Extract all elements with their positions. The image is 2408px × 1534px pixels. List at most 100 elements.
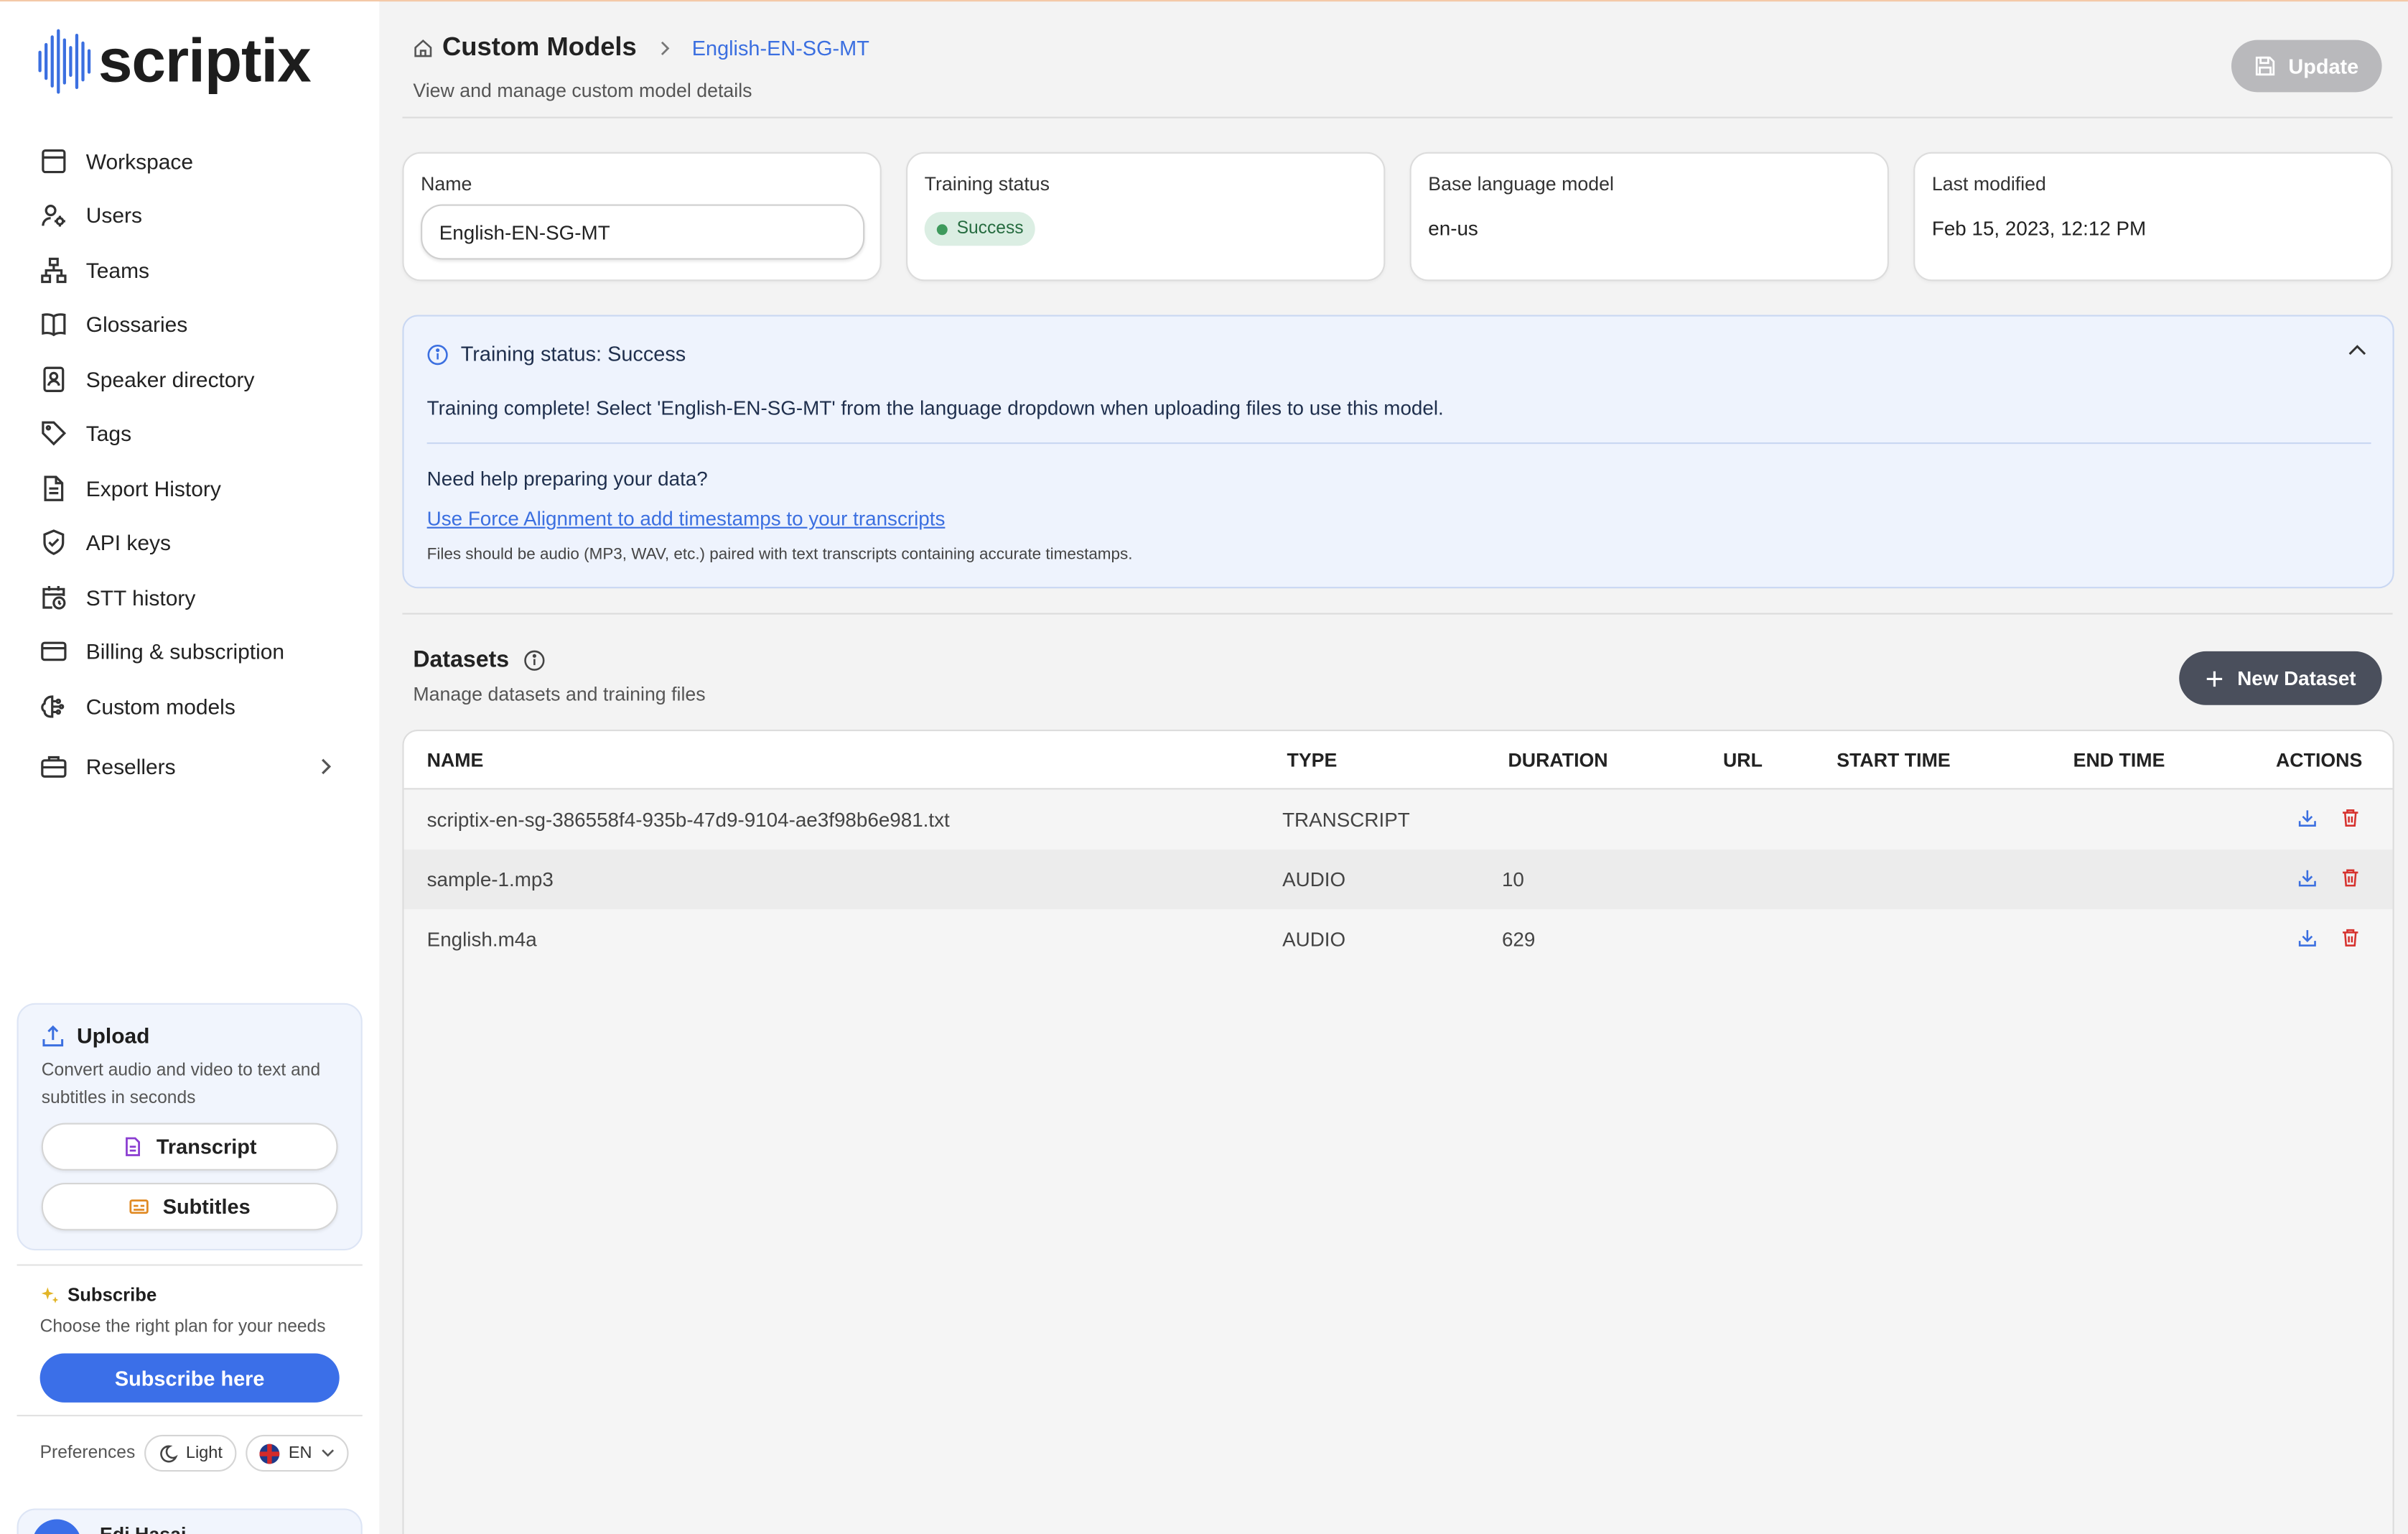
name-card: Name	[402, 152, 882, 282]
theme-toggle[interactable]: Light	[144, 1434, 237, 1472]
main-content: Custom Models English-EN-SG-MT View and …	[379, 1, 2408, 1534]
subtitles-label: Subtitles	[162, 1195, 251, 1219]
base-model-card: Base language model en-us	[1409, 152, 1889, 282]
language-select[interactable]: EN	[245, 1434, 349, 1472]
sidebar-item-stt-history[interactable]: STT history	[0, 570, 379, 625]
sidebar-item-label: Users	[85, 203, 142, 228]
new-dataset-label: New Dataset	[2237, 666, 2356, 690]
subscribe-button[interactable]: Subscribe here	[39, 1353, 340, 1403]
user-name: Edi Hasai	[100, 1524, 186, 1534]
chevron-down-icon	[321, 1449, 335, 1458]
table-row[interactable]: English.m4a AUDIO 629	[403, 909, 2393, 970]
sparkle-icon	[40, 1285, 60, 1305]
new-dataset-button[interactable]: New Dataset	[2179, 651, 2382, 705]
sidebar-item-workspace[interactable]: Workspace	[0, 134, 379, 188]
upload-description: Convert audio and video to text and subt…	[41, 1061, 321, 1108]
subtitles-button[interactable]: Subtitles	[41, 1183, 338, 1231]
column-header-start-time[interactable]: START TIME	[1837, 750, 1950, 771]
info-divider	[426, 442, 2371, 445]
column-header-duration[interactable]: DURATION	[1508, 750, 1607, 771]
datasets-table: NAME TYPE DURATION URL START TIME END TI…	[402, 730, 2394, 1534]
logo[interactable]: scriptix	[38, 28, 312, 96]
preferences-label: Preferences	[39, 1444, 136, 1463]
training-status-label: Training status	[924, 173, 1050, 195]
info-heading: Training status: Success	[460, 342, 686, 366]
shield-icon	[40, 529, 68, 557]
cell-name: scriptix-en-sg-386558f4-935b-47d9-9104-a…	[426, 808, 950, 832]
trash-icon[interactable]	[2341, 808, 2361, 828]
table-row[interactable]: scriptix-en-sg-386558f4-935b-47d9-9104-a…	[403, 789, 2393, 850]
sidebar-item-label: Tags	[85, 421, 132, 446]
sidebar-item-users[interactable]: Users	[0, 188, 379, 243]
document-icon	[123, 1137, 143, 1157]
sidebar-item-custom-models[interactable]: Custom models	[0, 679, 379, 733]
uk-flag-icon	[259, 1443, 280, 1464]
last-modified-label: Last modified	[1931, 173, 2046, 195]
cell-type: AUDIO	[1282, 927, 1346, 952]
contact-icon	[40, 366, 68, 394]
sidebar-item-label: Resellers	[85, 754, 176, 780]
trash-icon[interactable]	[2341, 868, 2361, 888]
subtitles-icon	[129, 1196, 149, 1217]
update-label: Update	[2288, 54, 2359, 78]
section-divider	[402, 613, 2393, 615]
tag-icon	[40, 419, 68, 447]
info-icon[interactable]	[523, 649, 544, 671]
file-icon	[40, 474, 68, 502]
column-header-type[interactable]: TYPE	[1287, 750, 1337, 771]
breadcrumb: Custom Models English-EN-SG-MT	[413, 32, 869, 63]
subscribe-section: Subscribe Choose the right plan for your…	[40, 1284, 347, 1337]
datasets-title-text: Datasets	[413, 646, 510, 673]
brain-icon	[40, 692, 68, 720]
download-icon[interactable]	[2297, 808, 2318, 828]
last-modified-value: Feb 15, 2023, 12:12 PM	[1931, 216, 2147, 240]
last-modified-card: Last modified Feb 15, 2023, 12:12 PM	[1913, 152, 2393, 282]
chevron-up-icon[interactable]	[2348, 344, 2367, 356]
info-message: Training complete! Select 'English-EN-SG…	[426, 396, 1444, 419]
column-header-end-time[interactable]: END TIME	[2073, 750, 2165, 771]
table-row[interactable]: sample-1.mp3 AUDIO 10	[403, 849, 2393, 910]
briefcase-icon	[40, 753, 68, 781]
info-note: Files should be audio (MP3, WAV, etc.) p…	[426, 545, 1133, 564]
sidebar-item-label: Glossaries	[85, 312, 188, 337]
sidebar-divider	[17, 1415, 363, 1417]
training-info-panel: Training status: Success Training comple…	[402, 315, 2394, 589]
force-alignment-link[interactable]: Use Force Alignment to add timestamps to…	[427, 507, 946, 530]
sidebar-item-export-history[interactable]: Export History	[0, 461, 379, 516]
user-card[interactable]: Edi Hasai	[17, 1508, 363, 1534]
home-icon[interactable]	[413, 37, 433, 57]
download-icon[interactable]	[2297, 928, 2318, 948]
subscribe-description: Choose the right plan for your needs	[39, 1318, 326, 1337]
sidebar-item-resellers[interactable]: Resellers	[0, 740, 379, 794]
column-header-name[interactable]: NAME	[427, 750, 484, 771]
sidebar-item-speaker-directory[interactable]: Speaker directory	[0, 352, 379, 406]
update-button[interactable]: Update	[2231, 39, 2382, 93]
teams-icon	[40, 256, 68, 284]
header-divider	[402, 116, 2393, 118]
name-input[interactable]	[421, 204, 865, 260]
cell-name: sample-1.mp3	[426, 868, 554, 891]
sidebar-item-api-keys[interactable]: API keys	[0, 516, 379, 570]
sidebar-item-label: Export History	[85, 475, 221, 501]
status-badge: Success	[924, 212, 1036, 246]
page-title[interactable]: Custom Models	[442, 32, 637, 63]
column-header-url[interactable]: URL	[1723, 750, 1763, 771]
sidebar-item-billing[interactable]: Billing & subscription	[0, 625, 379, 679]
save-icon	[2254, 55, 2276, 77]
chevron-right-icon	[318, 758, 333, 776]
status-badge-text: Success	[956, 219, 1024, 238]
transcript-button[interactable]: Transcript	[41, 1122, 338, 1171]
breadcrumb-current[interactable]: English-EN-SG-MT	[692, 36, 869, 59]
plus-icon	[2205, 669, 2223, 688]
sidebar-item-glossaries[interactable]: Glossaries	[0, 297, 379, 352]
download-icon[interactable]	[2297, 868, 2318, 888]
info-question: Need help preparing your data?	[426, 467, 708, 491]
sidebar-item-tags[interactable]: Tags	[0, 406, 379, 461]
table-header: NAME TYPE DURATION URL START TIME END TI…	[403, 731, 2393, 790]
sidebar-item-label: API keys	[85, 530, 171, 555]
status-dot-icon	[936, 223, 948, 235]
trash-icon[interactable]	[2341, 928, 2361, 948]
info-icon	[427, 343, 449, 365]
sidebar-item-teams[interactable]: Teams	[0, 243, 379, 297]
sidebar-item-label: Teams	[85, 257, 149, 283]
